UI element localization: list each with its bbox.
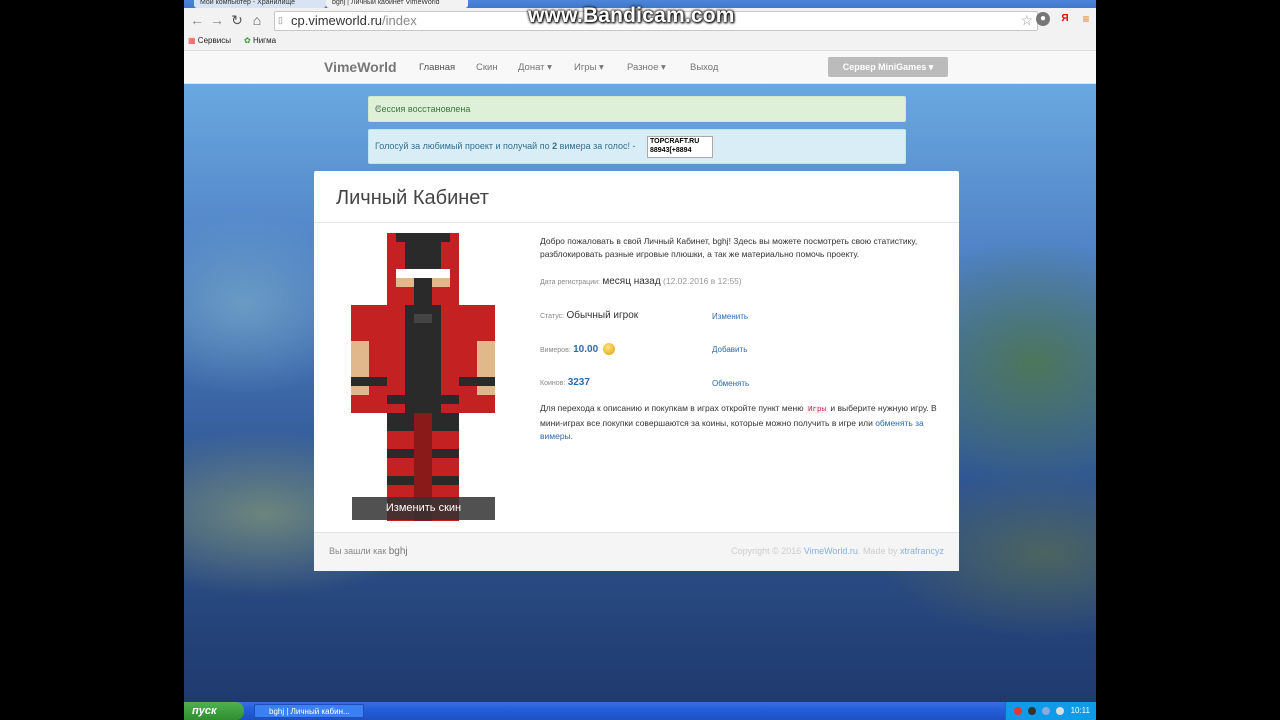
back-icon[interactable]: ← xyxy=(188,11,206,29)
nigma-icon: ✿ xyxy=(244,36,251,45)
copyright-text: Copyright © 2016 xyxy=(731,546,802,556)
coins-row: Коинов: 3237 Обменять xyxy=(540,377,945,388)
page-icon: ▯ xyxy=(278,15,283,25)
browser-window: Мой компьютер - Хранилище bghj | Личный … xyxy=(184,0,1096,720)
nav-skin[interactable]: Скин xyxy=(476,62,498,73)
bookmark-label: Сервисы xyxy=(197,36,231,45)
skin-buckle xyxy=(414,314,432,323)
bookmark-star-icon[interactable]: ☆ xyxy=(1020,12,1033,29)
taskbar-item-browser[interactable]: bghj | Личный кабин... xyxy=(254,704,364,718)
skin-mask xyxy=(405,242,441,269)
server-select-button[interactable]: Сервер MiniGames ▾ xyxy=(828,57,948,77)
username: bghj xyxy=(388,546,408,557)
games-info-text: Для перехода к описанию и покупкам в игр… xyxy=(540,402,945,443)
registration-date: (12.02.2016 в 12:55) xyxy=(663,276,742,286)
exchange-coins-link[interactable]: Обменять xyxy=(712,379,749,388)
games-text-part: Для перехода к описанию и покупкам в игр… xyxy=(540,403,804,413)
start-button[interactable]: пуск xyxy=(184,702,244,720)
clock: 10:11 xyxy=(1070,706,1090,715)
bookmarks-bar: ▦ Сервисы ✿ Нигма xyxy=(184,32,1096,51)
home-icon[interactable]: ⌂ xyxy=(248,11,266,29)
status-label: Статус: xyxy=(540,313,565,320)
vote-alert-text: Голосуй за любимый проект и получай по 2… xyxy=(375,141,636,151)
site-link[interactable]: VimeWorld.ru xyxy=(804,546,858,556)
status-row: Статус: Обычный игрок Изменить xyxy=(540,310,945,321)
forward-icon[interactable]: → xyxy=(208,11,226,29)
profile-panel: Личный Кабинет Изменить скин Добро пожал… xyxy=(314,171,959,571)
close-icon[interactable]: × xyxy=(375,101,899,115)
divider xyxy=(314,222,959,223)
vote-count: 2 xyxy=(552,141,558,151)
tray-network-icon[interactable] xyxy=(1042,707,1050,715)
system-tray: 10:11 xyxy=(1005,702,1096,720)
change-status-link[interactable]: Изменить xyxy=(712,312,748,321)
taskbar: пуск bghj | Личный кабин... EN 10:11 xyxy=(184,702,1096,720)
skin-eyes xyxy=(396,269,450,278)
page-title: Личный Кабинет xyxy=(336,187,489,209)
tab-explorer[interactable]: Мой компьютер - Хранилище xyxy=(194,0,326,8)
skin-preview xyxy=(351,233,495,521)
skin-face-right xyxy=(432,278,450,287)
games-menu-tag: Игры xyxy=(805,406,828,414)
yandex-icon[interactable]: Я xyxy=(1058,12,1072,26)
panel-footer: Вы зашли как bghj Copyright © 2016 VimeW… xyxy=(314,532,959,571)
vimers-value: 10.00 xyxy=(573,344,599,355)
url-host: cp.vimeworld.ru xyxy=(291,13,383,28)
copyright: Copyright © 2016 VimeWorld.ru. Made by x… xyxy=(731,546,944,556)
topcraft-banner[interactable]: TOPCRAFT.RU 88943[+8894 xyxy=(647,136,713,158)
session-alert: Сессия восстановлена × xyxy=(368,96,906,122)
tray-volume-icon[interactable] xyxy=(1056,707,1064,715)
tray-app-icon[interactable] xyxy=(1028,707,1036,715)
vote-text-prefix: Голосуй за любимый проект и получай по xyxy=(375,141,550,151)
logged-in-as: Вы зашли как bghj xyxy=(329,546,408,557)
nav-games[interactable]: Игры ▾ xyxy=(574,62,604,73)
vote-text-suffix: вимера за голос! - xyxy=(559,141,636,151)
welcome-text: Добро пожаловать в свой Личный Кабинет, … xyxy=(540,236,918,259)
coin-icon xyxy=(602,343,615,355)
tab-vimeworld[interactable]: bghj | Личный кабинет VimeWorld xyxy=(326,0,468,8)
vimers-row: Вимеров: 10.00 Добавить xyxy=(540,343,945,355)
url-text: cp.vimeworld.ru/index xyxy=(291,13,417,28)
skin-hand-left xyxy=(351,341,369,395)
add-vimers-link[interactable]: Добавить xyxy=(712,345,747,354)
skin-head-top xyxy=(396,233,450,242)
bookmark-label: Нигма xyxy=(252,36,277,45)
watermark: www.Bandicam.com xyxy=(528,4,735,27)
author-link[interactable]: xtrafrancyz xyxy=(900,546,944,556)
site-navbar: VimeWorld Главная Скин Донат ▾ Игры ▾ Ра… xyxy=(184,51,1096,84)
extension-globe-icon[interactable]: ● xyxy=(1036,12,1050,26)
made-by-text: . Made by xyxy=(857,546,898,556)
nav-home[interactable]: Главная xyxy=(419,62,455,73)
skin-mouth xyxy=(414,278,432,305)
nav-donate[interactable]: Донат ▾ xyxy=(518,62,552,73)
status-value: Обычный игрок xyxy=(566,310,639,321)
nav-misc[interactable]: Разное ▾ xyxy=(627,62,666,73)
topcraft-counter: 88943[+8894 xyxy=(650,147,692,154)
registration-row: Дата регистрации: месяц назад (12.02.201… xyxy=(540,276,945,287)
bookmark-nigma[interactable]: ✿ Нигма xyxy=(244,36,276,45)
topcraft-title: TOPCRAFT.RU xyxy=(650,138,700,145)
logged-in-label: Вы зашли как xyxy=(329,546,387,556)
skin-hand-right xyxy=(477,341,495,395)
coins-value: 3237 xyxy=(567,377,590,388)
vimers-label: Вимеров: xyxy=(540,347,571,354)
registration-label: Дата регистрации: xyxy=(540,279,600,286)
change-skin-button[interactable]: Изменить скин xyxy=(352,497,495,520)
menu-icon[interactable]: ≡ xyxy=(1079,12,1093,26)
games-text-end: . xyxy=(570,431,574,441)
nav-logout[interactable]: Выход xyxy=(690,62,718,73)
apps-grid-icon: ▦ xyxy=(188,36,196,45)
tray-record-icon[interactable] xyxy=(1014,707,1022,715)
skin-belt xyxy=(387,395,459,404)
brand-logo[interactable]: VimeWorld xyxy=(324,59,397,75)
url-path: /index xyxy=(382,13,417,28)
coins-label: Коинов: xyxy=(540,380,566,387)
vote-alert: Голосуй за любимый проект и получай по 2… xyxy=(368,129,906,164)
skin-face-left xyxy=(396,278,414,287)
registration-value: месяц назад xyxy=(602,276,661,287)
skin-cuff-left xyxy=(351,377,387,386)
reload-icon[interactable]: ↻ xyxy=(228,11,246,29)
skin-cuff-right xyxy=(459,377,495,386)
bookmark-services[interactable]: ▦ Сервисы xyxy=(188,36,231,45)
